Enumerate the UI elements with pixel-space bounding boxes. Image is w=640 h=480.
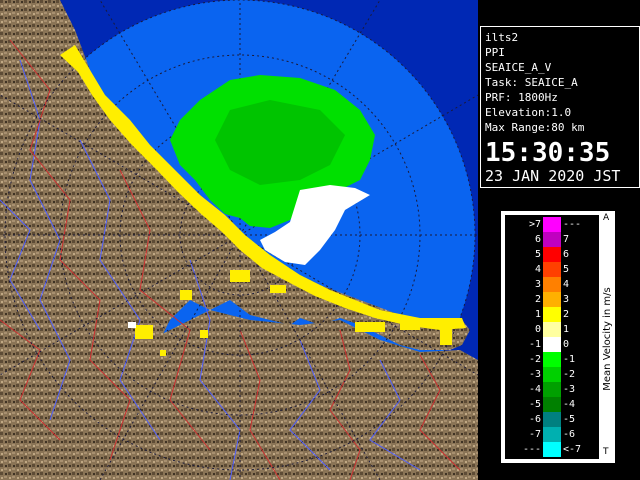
legend-swatch xyxy=(543,277,561,292)
legend-row: --- <-7 xyxy=(505,442,599,457)
legend-row: -4 -3 xyxy=(505,382,599,397)
legend-row: 23 xyxy=(505,292,599,307)
legend-upper-bound: 6 xyxy=(563,249,570,260)
legend-lower-bound: --- xyxy=(522,444,541,455)
legend-swatch xyxy=(543,307,561,322)
info-panel: ilts2 PPI SEAICE_A_V Task: SEAICE_A PRF:… xyxy=(480,26,640,188)
legend-lower-bound: -6 xyxy=(528,414,541,425)
legend-upper-bound: 0 xyxy=(563,339,570,350)
legend-upper-bound: 3 xyxy=(563,294,570,305)
legend-row: 01 xyxy=(505,322,599,337)
legend-lower-bound: 0 xyxy=(534,324,541,335)
legend-row: 12 xyxy=(505,307,599,322)
legend-lower-bound: 3 xyxy=(534,279,541,290)
legend-upper-bound: -3 xyxy=(563,384,576,395)
legend-lower-bound: 5 xyxy=(534,249,541,260)
max-range-value: Max Range:80 km xyxy=(485,121,585,134)
legend-swatch xyxy=(543,322,561,337)
legend-color-table: >7 --- 6 7 5 6 4 5 3 4 2 3 1 2 0 1 -1 0 -2 -1 -3 -2 -4 -3 -5 -4 -6… xyxy=(505,215,599,459)
legend-swatch xyxy=(543,352,561,367)
legend-upper-bound: -2 xyxy=(563,369,576,380)
legend-lower-bound: 1 xyxy=(534,309,541,320)
radar-display: ilts2 PPI SEAICE_A_V Task: SEAICE_A PRF:… xyxy=(0,0,640,480)
velocity-legend: >7 --- 6 7 5 6 4 5 3 4 2 3 1 2 0 1 -1 0 -2 -1 -3 -2 -4 -3 -5 -4 -6… xyxy=(500,210,616,464)
legend-lower-bound: 4 xyxy=(534,264,541,275)
legend-title: Mean Velocity in m/s xyxy=(602,287,613,391)
legend-lower-bound: -1 xyxy=(528,339,541,350)
legend-top-marker: A xyxy=(603,213,610,223)
elevation-value: Elevation:1.0 xyxy=(485,106,572,119)
legend-lower-bound: -2 xyxy=(528,354,541,365)
legend-swatch xyxy=(543,367,561,382)
legend-row: -2 -1 xyxy=(505,352,599,367)
scan-date: 23 JAN 2020 JST xyxy=(485,167,621,185)
legend-upper-bound: -4 xyxy=(563,399,576,410)
task-name: Task: SEAICE_A xyxy=(485,76,578,89)
prf-value: PRF: 1800Hz xyxy=(485,91,558,104)
legend-row: -6 -5 xyxy=(505,412,599,427)
legend-swatch xyxy=(543,337,561,352)
legend-lower-bound: >7 xyxy=(528,219,541,230)
legend-swatch xyxy=(543,247,561,262)
scan-mode: PPI xyxy=(485,46,505,59)
legend-upper-bound: -1 xyxy=(563,354,576,365)
legend-row: 67 xyxy=(505,232,599,247)
legend-upper-bound: 2 xyxy=(563,309,570,320)
legend-row: -5 -4 xyxy=(505,397,599,412)
legend-swatch xyxy=(543,217,561,232)
legend-row: 34 xyxy=(505,277,599,292)
legend-swatch xyxy=(543,442,561,457)
legend-row: -7 -6 xyxy=(505,427,599,442)
legend-lower-bound: 2 xyxy=(534,294,541,305)
legend-upper-bound: -5 xyxy=(563,414,576,425)
echo-white-spot xyxy=(128,322,136,328)
legend-swatch xyxy=(543,292,561,307)
legend-upper-bound: 4 xyxy=(563,279,570,290)
legend-swatch xyxy=(543,412,561,427)
legend-swatch xyxy=(543,232,561,247)
legend-upper-bound: -6 xyxy=(563,429,576,440)
legend-upper-bound: <-7 xyxy=(563,444,582,455)
legend-lower-bound: 6 xyxy=(534,234,541,245)
legend-upper-bound: 7 xyxy=(563,234,570,245)
legend-lower-bound: -5 xyxy=(528,399,541,410)
legend-upper-bound: 1 xyxy=(563,324,570,335)
legend-lower-bound: -3 xyxy=(528,369,541,380)
legend-bottom-marker: T xyxy=(603,447,609,457)
site-name: ilts2 xyxy=(485,31,519,44)
legend-row: -1 0 xyxy=(505,337,599,352)
legend-swatch xyxy=(543,262,561,277)
legend-row: -3 -2 xyxy=(505,367,599,382)
legend-row: 45 xyxy=(505,262,599,277)
legend-swatch xyxy=(543,397,561,412)
legend-row: 56 xyxy=(505,247,599,262)
legend-row: >7 --- xyxy=(505,217,599,232)
radar-ppi-view xyxy=(0,0,478,480)
legend-swatch xyxy=(543,382,561,397)
scan-time: 15:30:35 xyxy=(485,138,611,168)
legend-swatch xyxy=(543,427,561,442)
product-name: SEAICE_A_V xyxy=(485,61,552,74)
legend-lower-bound: -4 xyxy=(528,384,541,395)
legend-lower-bound: -7 xyxy=(528,429,541,440)
legend-upper-bound: 5 xyxy=(563,264,570,275)
legend-upper-bound: --- xyxy=(563,219,582,230)
